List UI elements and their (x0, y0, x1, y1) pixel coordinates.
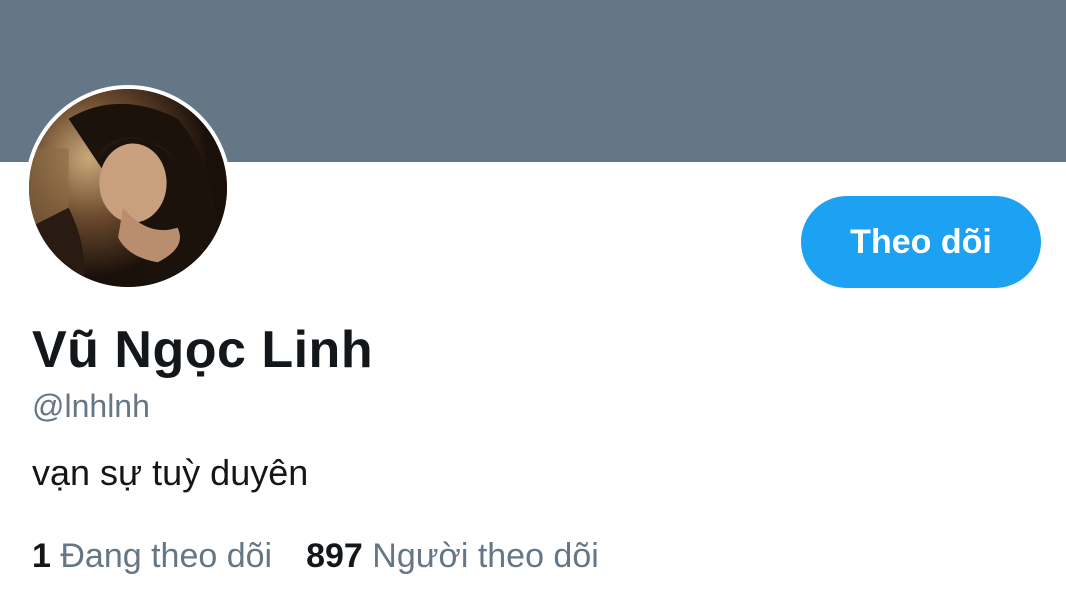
followers-label: Người theo dõi (372, 537, 599, 575)
following-label: Đang theo dõi (60, 537, 273, 575)
followers-stat[interactable]: 897 Người theo dõi (306, 537, 599, 576)
avatar[interactable] (25, 85, 231, 291)
profile-bio: vạn sự tuỳ duyên (32, 452, 309, 493)
username-handle: @lnhlnh (32, 388, 150, 424)
following-stat[interactable]: 1 Đang theo dõi (32, 537, 272, 576)
follow-button[interactable]: Theo dõi (801, 196, 1041, 288)
avatar-photo (29, 89, 227, 287)
display-name: Vũ Ngọc Linh (32, 321, 374, 379)
following-count: 1 (32, 537, 51, 575)
followers-count: 897 (306, 537, 363, 575)
profile-stats: 1 Đang theo dõi 897 Người theo dõi (32, 537, 633, 576)
